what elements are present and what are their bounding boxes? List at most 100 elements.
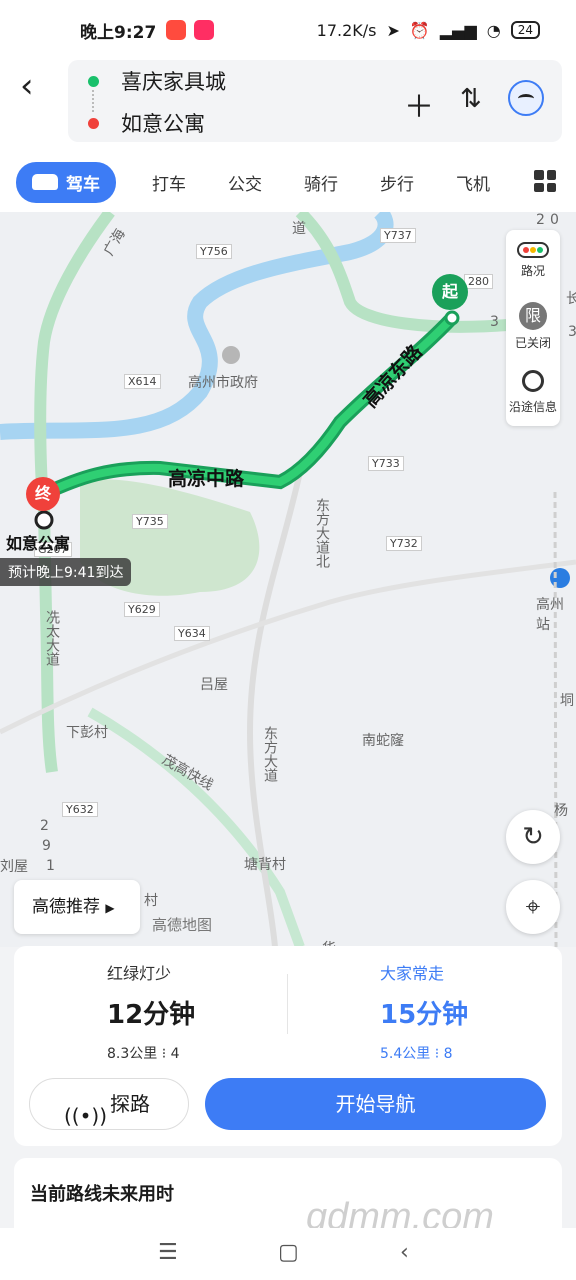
signal-icon: ▂▄▆ — [439, 20, 477, 40]
start-pin[interactable]: 起 — [432, 274, 468, 310]
road-label: 高凉中路 — [168, 468, 245, 490]
route-distance: 5.4公里 — [380, 1046, 431, 1062]
destination-dot-icon — [88, 117, 99, 129]
locate-icon[interactable]: ⌖ — [506, 880, 560, 934]
swap-icon[interactable]: ⇅ — [460, 84, 482, 114]
system-nav-bar: ☰ ▢ ‹ — [0, 1228, 576, 1280]
place-label: 南蛇窿 — [362, 733, 404, 749]
tab-drive[interactable]: 驾车 — [16, 161, 116, 203]
place-label: 长 — [566, 291, 576, 307]
home-icon[interactable]: ▢ — [278, 1240, 299, 1265]
road-code: X614 — [124, 374, 161, 389]
road-code: 280 — [464, 274, 493, 289]
recommend-button[interactable]: 高德推荐 ▶ — [14, 880, 140, 934]
road-label: 冼太大道 — [44, 610, 60, 666]
route-option-1[interactable]: 红绿灯少 12分钟 8.3公里 ⁝ 4 — [107, 960, 307, 1063]
route-number: 0 — [550, 212, 559, 228]
play-arrow-icon: ▶ — [105, 901, 115, 915]
route-number: 3 — [568, 324, 576, 340]
restriction-toggle[interactable]: 限 已关闭 — [506, 302, 560, 351]
add-waypoint-icon[interactable]: ＋ — [404, 82, 434, 126]
along-route-label: 沿途信息 — [508, 400, 557, 414]
mode-tabs: 驾车 打车 公交 骑行 步行 飞机 — [0, 152, 576, 212]
route-number: 2 — [536, 212, 545, 228]
route-header: ‹ 喜庆家具城 如意公寓 ＋ ⇅ — [0, 60, 576, 152]
traffic-toggle[interactable]: 路况 — [506, 242, 560, 279]
restriction-icon: 限 — [519, 302, 547, 330]
end-point — [34, 510, 54, 530]
origin-dot-icon — [88, 75, 99, 87]
back-icon[interactable]: ‹ — [20, 66, 48, 106]
road-code: Y632 — [62, 802, 98, 817]
road-label: 东方大道北 — [314, 498, 330, 568]
route-meta: 8.3公里 ⁝ 4 — [107, 1043, 307, 1063]
route-lights: 8 — [443, 1046, 453, 1062]
refresh-icon[interactable]: ↻ — [506, 810, 560, 864]
battery-icon: 24 — [510, 21, 540, 39]
road-code: Y737 — [380, 228, 416, 243]
wifi-icon: ◔ — [486, 20, 501, 40]
route-input-box[interactable]: 喜庆家具城 如意公寓 ＋ ⇅ — [68, 60, 562, 142]
route-tag: 红绿灯少 — [107, 964, 172, 983]
route-options-card: 红绿灯少 12分钟 8.3公里 ⁝ 4 大家常走 15分钟 5.4公里 ⁝ 8 … — [14, 946, 562, 1146]
more-modes-icon[interactable] — [534, 170, 556, 192]
tab-walk[interactable]: 步行 — [380, 170, 414, 195]
along-route-info[interactable]: 沿途信息 — [506, 370, 560, 415]
road-code: Y732 — [386, 536, 422, 551]
place-label: 刘屋 — [0, 859, 28, 875]
destination-row[interactable]: 如意公寓 — [88, 108, 205, 138]
alarm-icon: ⏰ — [409, 20, 430, 40]
route-duration: 15分钟 — [380, 1000, 469, 1030]
signal-wave-icon: ((•)) — [64, 1104, 108, 1128]
traffic-light-icon: ⁝ — [434, 1046, 440, 1062]
status-time: 晚上9:27 — [80, 22, 157, 43]
status-bar: 晚上9:27 17.2K/s ➤ ⏰ ▂▄▆ ◔ 24 — [0, 0, 576, 60]
car-icon — [32, 174, 58, 190]
traffic-light-icon — [517, 242, 549, 258]
eta-bubble: 预计晚上9:41到达 — [0, 558, 132, 586]
destination-text: 如意公寓 — [121, 112, 205, 136]
place-label: 塘背村 — [244, 857, 286, 873]
explore-button[interactable]: ((•)) 探路 — [29, 1078, 189, 1130]
route-tag: 大家常走 — [380, 964, 445, 983]
station-marker — [550, 568, 570, 588]
end-pin[interactable]: 终 — [26, 477, 60, 511]
rail — [553, 491, 558, 947]
tab-taxi[interactable]: 打车 — [152, 170, 186, 195]
place-label: 村 — [144, 893, 158, 909]
map-side-panel: 路况 限 已关闭 沿途信息 — [506, 230, 560, 426]
route-meta: 5.4公里 ⁝ 8 — [380, 1043, 576, 1063]
explore-label: 探路 — [110, 1092, 150, 1116]
net-speed: 17.2K/s — [316, 20, 377, 40]
origin-row[interactable]: 喜庆家具城 — [88, 66, 226, 96]
road-code: Y733 — [368, 456, 404, 471]
route-option-2[interactable]: 大家常走 15分钟 5.4公里 ⁝ 8 — [380, 960, 576, 1063]
road — [0, 559, 576, 735]
start-navigation-button[interactable]: 开始导航 — [205, 1078, 546, 1130]
divider — [287, 974, 288, 1034]
place-label: 吕屋 — [200, 677, 228, 693]
tab-bike[interactable]: 骑行 — [304, 170, 338, 195]
app-notification-icon — [194, 20, 215, 40]
route-distance: 8.3公里 — [107, 1046, 158, 1062]
traffic-label: 路况 — [520, 264, 545, 278]
road-code: Y629 — [124, 602, 160, 617]
route-duration: 12分钟 — [107, 1000, 196, 1030]
tab-transit[interactable]: 公交 — [228, 170, 262, 195]
road-label: 道 — [292, 221, 306, 237]
place-label: 高州站 — [536, 597, 564, 633]
place-label: 下彭村 — [66, 725, 108, 741]
place-label: 杨 — [554, 803, 568, 819]
location-icon: ➤ — [386, 20, 400, 40]
tab-flight[interactable]: 飞机 — [456, 170, 490, 195]
route-lights: 4 — [170, 1046, 180, 1062]
route-number: 3 — [490, 314, 499, 330]
traffic-light-icon: ⁝ — [161, 1046, 167, 1062]
route-number: 1 — [46, 858, 55, 874]
assistant-icon[interactable] — [508, 80, 544, 116]
tab-label: 驾车 — [66, 174, 100, 195]
menu-icon[interactable]: ☰ — [158, 1240, 178, 1265]
back-nav-icon[interactable]: ‹ — [400, 1240, 409, 1265]
map-brand: 高德地图 — [152, 916, 213, 934]
place-label: 高州市政府 — [188, 375, 258, 391]
